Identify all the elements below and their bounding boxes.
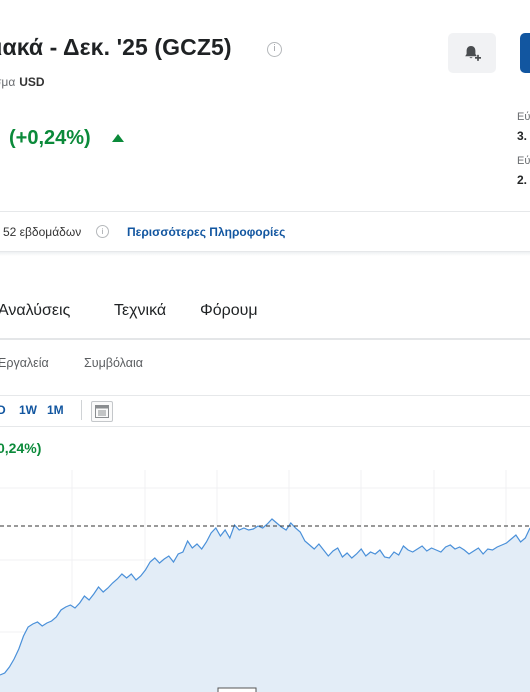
- instrument-title: ιακά - Δεκ. '25 (GCZ5): [0, 34, 232, 60]
- tab-forum[interactable]: Φόρουμ: [200, 302, 258, 320]
- side-value-2: 2.: [517, 173, 528, 187]
- price-chart[interactable]: [0, 470, 530, 692]
- range-label: 52 εβδομάδων: [3, 225, 82, 239]
- price-change: (+0,24%): [9, 127, 91, 149]
- period-1m[interactable]: 1M: [47, 403, 64, 417]
- caret-up-icon: [112, 134, 124, 142]
- period-1w[interactable]: 1W: [19, 403, 37, 417]
- currency-label: σμα: [0, 75, 16, 89]
- toolbar-separator: [81, 400, 82, 420]
- divider: [0, 426, 530, 427]
- currency-row: σμαUSD: [0, 75, 45, 89]
- side-value-1: 3.: [517, 129, 528, 143]
- add-alert-button[interactable]: [448, 33, 496, 73]
- side-label-2: Εύ: [517, 155, 530, 167]
- subtab-contracts[interactable]: Συμβόλαια: [84, 356, 143, 370]
- crosshair-label-box: [217, 687, 257, 692]
- tabs-underline: [0, 338, 530, 340]
- tab-analyses[interactable]: Αναλύσεις: [0, 302, 70, 320]
- section-shadow: [0, 252, 530, 256]
- divider: [0, 211, 530, 212]
- primary-action-button[interactable]: [520, 33, 530, 73]
- period-d[interactable]: D: [0, 403, 6, 417]
- info-icon[interactable]: i: [267, 42, 282, 57]
- side-label-1: Εύ: [517, 111, 530, 123]
- layout-button[interactable]: [91, 401, 113, 422]
- chart-change: 0,24%): [0, 440, 42, 456]
- bell-plus-icon: [465, 46, 481, 61]
- more-info-link[interactable]: Περισσότερες Πληροφορίες: [127, 225, 285, 239]
- divider: [0, 395, 530, 396]
- layout-icon: [95, 405, 109, 418]
- info-icon[interactable]: i: [96, 225, 109, 238]
- tab-technical[interactable]: Τεχνικά: [114, 302, 166, 320]
- currency-value: USD: [19, 75, 45, 89]
- subtab-tools[interactable]: Εργαλεία: [0, 356, 49, 370]
